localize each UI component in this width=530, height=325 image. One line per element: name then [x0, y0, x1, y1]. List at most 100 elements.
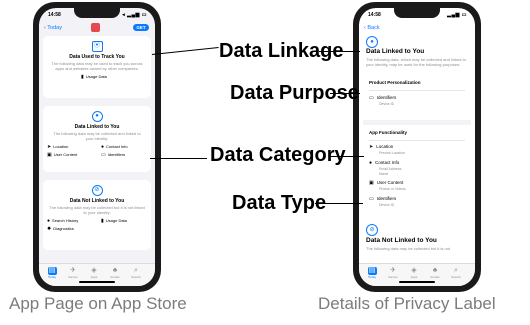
- tab-search[interactable]: ⌕ Search: [448, 267, 464, 279]
- chip-row: ● Search History ▮ Usage Data: [43, 218, 151, 225]
- tab-games[interactable]: ✈ Games: [65, 267, 81, 279]
- back-label: Today: [47, 25, 62, 31]
- status-time: 14:58: [368, 12, 381, 18]
- tab-apps[interactable]: ◈ Apps: [406, 267, 422, 279]
- gear-icon: ✹: [47, 226, 52, 232]
- nav-bar: ‹ Today GET: [39, 23, 155, 35]
- section-app-functionality: App Functionality: [369, 130, 407, 135]
- app-store-phone: 14:58 ◂ ▂▄▆ ▭ ‹ Today GET ⦿ Data Used to…: [33, 2, 161, 292]
- item-label: Identifiers: [376, 95, 397, 100]
- tab-apps[interactable]: ◈ Apps: [86, 267, 102, 279]
- status-time: 14:58: [48, 12, 61, 18]
- card-data-used-to-track[interactable]: ⦿ Data Used to Track You The following d…: [43, 36, 151, 98]
- item-label: User Content: [376, 180, 404, 185]
- data-subtype: Device ID: [379, 203, 395, 207]
- rocket-icon: ✈: [390, 267, 396, 274]
- data-type-location: ➤ Location: [369, 144, 393, 150]
- search-icon: ●: [47, 218, 51, 224]
- privacy-details-screen: 14:58 ▂▄▆ ▭ ‹ Back ● Data Linked to You …: [359, 8, 475, 286]
- category-pointer-left: [150, 158, 207, 160]
- data-chip: ➤ Location: [47, 144, 68, 150]
- tab-label: Search: [131, 275, 141, 279]
- app-icon: [91, 23, 100, 32]
- back-button[interactable]: ‹ Back: [364, 25, 380, 31]
- chip-row: ▮ Usage Data: [43, 74, 151, 81]
- tab-arcade[interactable]: ♣ Arcade: [427, 267, 443, 279]
- privacy-details-phone: 14:58 ▂▄▆ ▭ ‹ Back ● Data Linked to You …: [353, 2, 481, 292]
- chip-label: User Content: [53, 152, 78, 157]
- info-icon: ●: [369, 160, 373, 166]
- tab-label: Today: [47, 275, 56, 279]
- card-data-not-linked[interactable]: ⊘ Data Not Linked to You The following d…: [43, 180, 151, 250]
- card-data-linked[interactable]: ● Data Linked to You The following data …: [43, 106, 151, 172]
- chip-label: Contact Info: [106, 144, 128, 149]
- linkage-pointer-left: [151, 47, 219, 56]
- not-linked-title: Data Not Linked to You: [366, 237, 437, 244]
- tab-bar: ▤ Today ✈ Games ◈ Apps ♣ Arcade ⌕ Search: [39, 263, 155, 286]
- linkage-pointer-right: [319, 51, 360, 53]
- tab-label: Arcade: [110, 275, 120, 279]
- photo-icon: ▣: [47, 152, 52, 158]
- data-type-user-content: ▣ User Content: [369, 180, 403, 186]
- tab-label: Apps: [410, 275, 418, 279]
- today-icon: ▤: [47, 267, 57, 275]
- apps-icon: ◈: [411, 267, 417, 274]
- card-description: The following data may be collected and …: [53, 131, 141, 141]
- info-icon: ●: [101, 144, 105, 150]
- data-chip: ● Search History: [47, 218, 78, 224]
- person-icon: ●: [91, 111, 103, 122]
- chip-row: ▣ User Content ▭ Identifiers: [43, 152, 151, 159]
- annotation-data-category: Data Category: [210, 144, 346, 166]
- chip-label: Location: [53, 144, 69, 149]
- tab-today[interactable]: ▤ Today: [44, 267, 60, 279]
- tab-label: Arcade: [430, 275, 440, 279]
- nav-bar: ‹ Back: [359, 23, 475, 35]
- tracking-icon: ⦿: [91, 41, 103, 52]
- phone-notch: [74, 8, 120, 18]
- chart-icon: ▮: [81, 74, 84, 80]
- data-chip: ▮ Usage Data: [81, 74, 107, 80]
- tab-search[interactable]: ⌕ Search: [128, 267, 144, 279]
- data-chip: ✹ Diagnostics: [47, 226, 74, 232]
- tab-arcade[interactable]: ♣ Arcade: [107, 267, 123, 279]
- tab-label: Apps: [90, 275, 98, 279]
- tab-games[interactable]: ✈ Games: [385, 267, 401, 279]
- home-indicator: [399, 281, 435, 283]
- category-pointer-right: [330, 156, 364, 158]
- chart-icon: ▮: [101, 218, 104, 224]
- section-gap: [363, 120, 471, 125]
- data-chip: ● Contact Info: [101, 144, 128, 150]
- data-type-identifiers: ▭ Identifiers: [369, 196, 396, 202]
- chip-label: Usage Data: [85, 74, 107, 79]
- caption-privacy-details: Details of Privacy Label: [318, 294, 496, 313]
- purpose-pointer: [330, 93, 360, 95]
- tab-label: Search: [451, 275, 461, 279]
- tab-bar: ▤ Today ✈ Games ◈ Apps ♣ Arcade ⌕ Search: [359, 263, 475, 286]
- app-page-screen: 14:58 ◂ ▂▄▆ ▭ ‹ Today GET ⦿ Data Used to…: [39, 8, 155, 286]
- data-type-contact-info: ● Contact Info: [369, 160, 399, 166]
- joystick-icon: ♣: [432, 267, 438, 274]
- person-off-icon: ⊘: [91, 185, 103, 196]
- tab-today[interactable]: ▤ Today: [364, 267, 380, 279]
- chip-label: Identifiers: [107, 152, 126, 157]
- back-label: Back: [367, 25, 380, 31]
- search-icon: ⌕: [134, 267, 138, 274]
- location-icon: ➤: [369, 144, 374, 150]
- data-chip: ▣ User Content: [47, 152, 77, 158]
- back-button[interactable]: ‹ Today: [44, 25, 62, 31]
- status-icons: ▂▄▆ ▭: [447, 12, 467, 18]
- id-card-icon: ▭: [101, 152, 106, 158]
- divider: [369, 90, 465, 91]
- get-button[interactable]: GET: [133, 24, 149, 31]
- status-icons: ◂ ▂▄▆ ▭: [122, 12, 147, 18]
- chip-label: Diagnostics: [53, 226, 74, 231]
- tab-label: Games: [68, 275, 78, 279]
- chip-label: Search History: [52, 218, 79, 223]
- person-icon: ●: [366, 36, 378, 48]
- id-card-icon: ▭: [369, 95, 374, 101]
- caption-app-page: App Page on App Store: [9, 294, 187, 313]
- chip-label: Usage Data: [105, 218, 127, 223]
- card-description: The following data may be used to track …: [51, 61, 143, 71]
- data-subtype: Email Address: [379, 167, 402, 171]
- data-chip: ▮ Usage Data: [101, 218, 127, 224]
